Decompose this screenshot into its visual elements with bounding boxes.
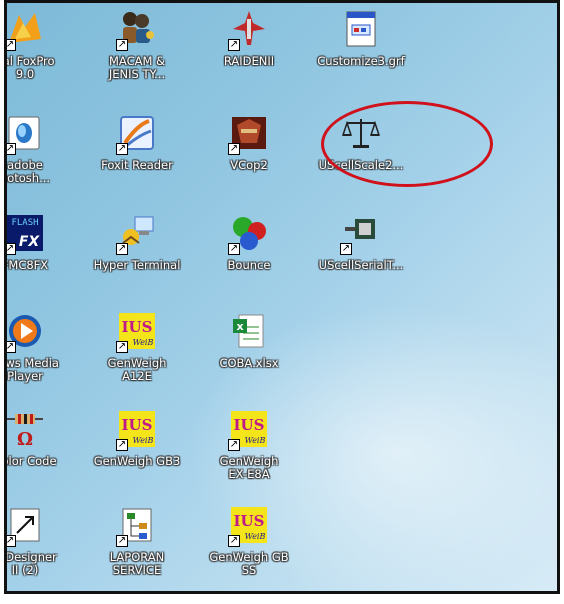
bounce-shortcut[interactable]: ↗ Bounce xyxy=(193,207,305,307)
grf-file-icon xyxy=(341,9,381,49)
vcop-shortcut[interactable]: ↗ VCop2 xyxy=(193,107,305,207)
genweigh-icon: IUS WeiB ↗ xyxy=(228,409,269,451)
gw-a12e-shortcut[interactable]: IUS WeiB ↗ GenWeigh A12E xyxy=(81,305,193,405)
coba-xlsx-shortcut[interactable]: x COBA.xlsx xyxy=(193,305,305,405)
genweigh-icon: IUS WeiB ↗ xyxy=(116,311,157,353)
serial-port-icon: ↗ xyxy=(340,213,381,255)
gw-ex-label: GenWeigh EX-E8A xyxy=(219,454,279,481)
customize-label: Customize3.grf xyxy=(317,54,405,68)
customize-shortcut[interactable]: Customize3.grf xyxy=(305,3,417,103)
raiden-ship-icon: ↗ xyxy=(228,9,269,51)
laporan-shortcut[interactable]: ↗ LAPORAN SERVICE xyxy=(81,499,193,591)
report-tree-icon: ↗ xyxy=(116,505,157,547)
foxpro-shortcut[interactable]: ↗ ual FoxPro 9.0 xyxy=(7,3,81,103)
bounce-label: Bounce xyxy=(227,258,271,272)
foxit-reader-icon: ↗ xyxy=(116,113,157,155)
macam-label: MACAM & JENIS TY... xyxy=(108,54,166,81)
svg-text:IUS: IUS xyxy=(122,318,153,336)
foxit-label: Foxit Reader xyxy=(101,158,173,172)
fmc-shortcut[interactable]: FLASH FX ↗ FMC8FX xyxy=(4,207,81,307)
raiden-shortcut[interactable]: ↗ RAIDENII xyxy=(193,3,305,103)
gw-gb3-shortcut[interactable]: IUS WeiB ↗ GenWeigh GB3 xyxy=(81,403,193,503)
svg-text:Ω: Ω xyxy=(17,429,33,449)
svg-text:WeiB: WeiB xyxy=(133,436,154,445)
genweigh-icon: IUS WeiB ↗ xyxy=(116,409,157,451)
fmc-label: FMC8FX xyxy=(4,258,49,272)
excel-file-icon: x xyxy=(229,311,269,351)
colorcode-shortcut[interactable]: Ω Color Code xyxy=(7,403,81,503)
uscellserial-shortcut[interactable]: ↗ UScellSerialT... xyxy=(305,207,417,307)
gw-gbss-shortcut[interactable]: IUS WeiB ↗ GenWeigh GB SS xyxy=(193,499,305,591)
colorcode-label: Color Code xyxy=(7,454,57,468)
gw-a12e-label: GenWeigh A12E xyxy=(107,356,167,383)
foxpro-icon: ↗ xyxy=(7,9,45,51)
bounce-balls-icon: ↗ xyxy=(228,213,269,255)
desktop: ↗ ual FoxPro 9.0 ↗ MACAM & JENIS TY... ↗… xyxy=(4,0,560,594)
designer-shortcut[interactable]: ↗ U Designer II (2) xyxy=(5,499,81,591)
wmp-shortcut[interactable]: ↗ dows Media Player xyxy=(5,305,81,405)
macam-shortcut[interactable]: ↗ MACAM & JENIS TY... xyxy=(81,3,193,103)
foxit-shortcut[interactable]: ↗ Foxit Reader xyxy=(81,107,193,207)
uscellserial-label: UScellSerialT... xyxy=(318,258,404,272)
foxpro-label: ual FoxPro 9.0 xyxy=(7,54,55,81)
svg-text:WeiB: WeiB xyxy=(133,338,154,347)
wmp-label: dows Media Player xyxy=(5,356,59,383)
resistor-omega-icon: Ω xyxy=(7,409,45,450)
svg-text:WeiB: WeiB xyxy=(245,436,266,445)
highlight-circle xyxy=(321,101,493,187)
photoshop-label: adobe hotosh... xyxy=(4,158,51,185)
svg-text:IUS: IUS xyxy=(234,512,265,530)
gw-gbss-label: GenWeigh GB SS xyxy=(209,550,289,577)
gw-ex-shortcut[interactable]: IUS WeiB ↗ GenWeigh EX-E8A xyxy=(193,403,305,503)
raiden-label: RAIDENII xyxy=(223,54,275,68)
genweigh-icon: IUS WeiB ↗ xyxy=(228,505,269,547)
designer-label: U Designer II (2) xyxy=(5,550,57,577)
vcop-game-icon: ↗ xyxy=(228,113,269,155)
people-keys-icon: ↗ xyxy=(116,9,157,51)
flash-text: FLASH xyxy=(11,218,38,228)
designer-icon: ↗ xyxy=(7,505,45,547)
svg-text:IUS: IUS xyxy=(234,416,265,434)
fx-text: FX xyxy=(19,234,41,250)
laporan-label: LAPORAN SERVICE xyxy=(109,550,165,577)
gw-gb3-label: GenWeigh GB3 xyxy=(93,454,181,468)
photoshop-icon: ↗ xyxy=(7,113,45,155)
vcop-label: VCop2 xyxy=(230,158,268,172)
hyperterminal-label: Hyper Terminal xyxy=(93,258,181,272)
svg-text:WeiB: WeiB xyxy=(245,532,266,541)
hyperterminal-icon: ↗ xyxy=(116,213,157,255)
coba-label: COBA.xlsx xyxy=(219,356,279,370)
photoshop-shortcut[interactable]: ↗ adobe hotosh... xyxy=(4,107,81,207)
hyperterminal-shortcut[interactable]: ↗ Hyper Terminal xyxy=(81,207,193,307)
media-player-icon: ↗ xyxy=(7,311,45,353)
svg-text:IUS: IUS xyxy=(122,416,153,434)
svg-text:x: x xyxy=(236,320,243,333)
flash-fx-icon: FLASH FX ↗ xyxy=(7,213,45,255)
